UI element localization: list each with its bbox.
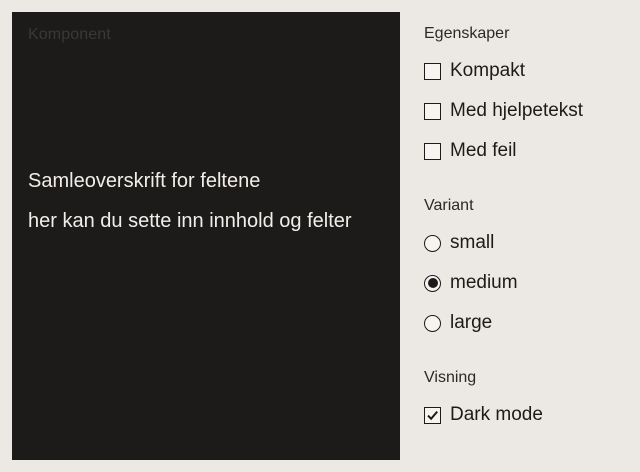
checkbox-dark-mode[interactable]: Dark mode <box>424 402 543 428</box>
checkbox-label: Med hjelpetekst <box>450 100 584 121</box>
checkbox-label: Dark mode <box>450 404 543 425</box>
checkbox-box-checked[interactable] <box>424 406 441 424</box>
variant-title: Variant <box>424 197 474 214</box>
checkbox-med-hjelpetekst[interactable]: Med hjelpetekst <box>424 98 583 124</box>
checkbox-med-feil[interactable]: Med feil <box>424 138 517 164</box>
radio-circle[interactable] <box>424 314 441 332</box>
checkbox-label: Kompakt <box>450 60 525 81</box>
fieldset-content: her kan du sette inn innhold og felter <box>28 210 352 232</box>
checkbox-box[interactable] <box>424 102 441 120</box>
controls-panel: Egenskaper Kompakt Med hjelpetekst Med f… <box>424 0 634 472</box>
checkbox-box[interactable] <box>424 142 441 160</box>
radio-small[interactable]: small <box>424 230 494 256</box>
preview-label: Komponent <box>28 26 111 43</box>
radio-label: medium <box>450 272 518 293</box>
radio-medium[interactable]: medium <box>424 270 518 296</box>
radio-circle-selected[interactable] <box>424 274 441 292</box>
checkbox-box[interactable] <box>424 62 441 80</box>
view-title: Visning <box>424 369 477 386</box>
checkbox-kompakt[interactable]: Kompakt <box>424 58 525 84</box>
checkmark-icon <box>427 410 438 420</box>
checkbox-label: Med feil <box>450 140 517 161</box>
radio-label: small <box>450 232 495 253</box>
radio-circle[interactable] <box>424 234 441 252</box>
fieldset-legend: Samleoverskrift for feltene <box>28 170 261 192</box>
storybook-canvas: Komponent Samleoverskrift for feltene he… <box>0 0 640 472</box>
radio-label: large <box>450 312 493 333</box>
component-preview: Komponent Samleoverskrift for feltene he… <box>12 12 400 460</box>
properties-title: Egenskaper <box>424 25 510 42</box>
radio-large[interactable]: large <box>424 310 492 336</box>
